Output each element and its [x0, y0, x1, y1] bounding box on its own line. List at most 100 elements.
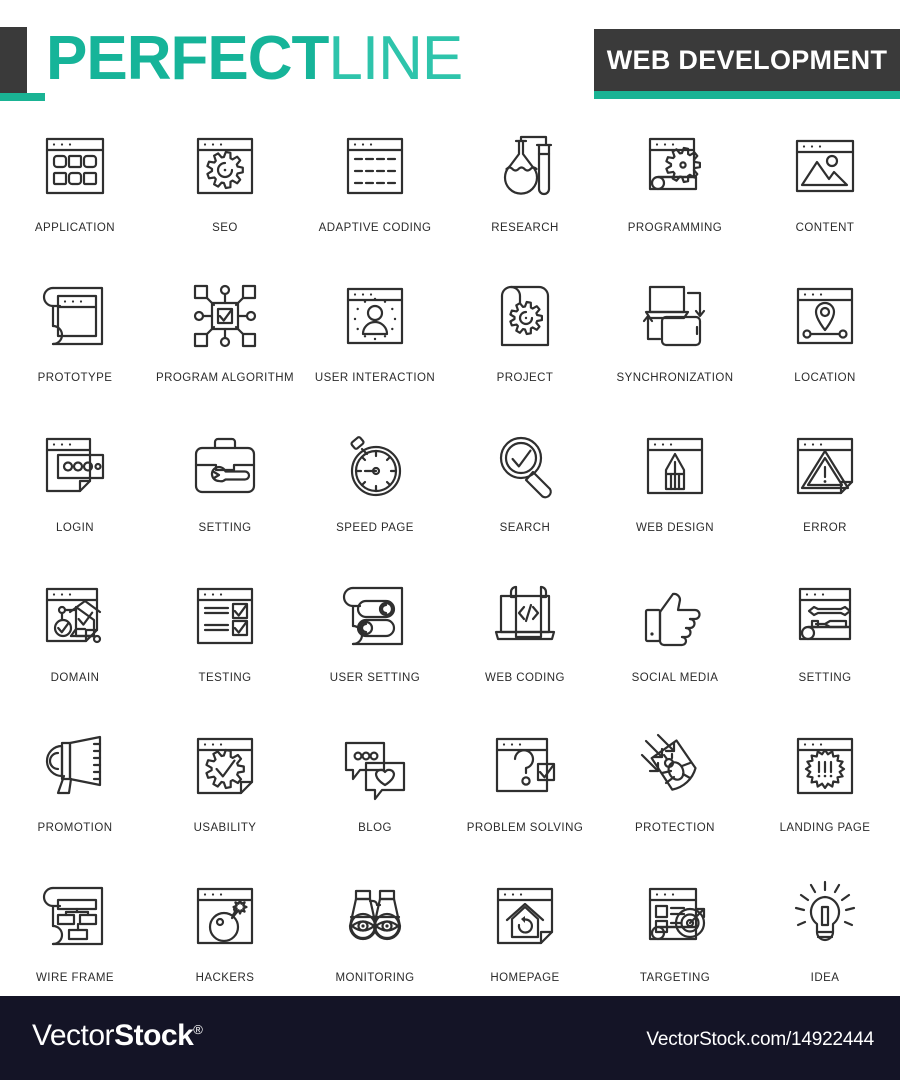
chat-bubbles-heart-icon	[329, 720, 421, 812]
chip-network-check-icon	[179, 270, 271, 362]
vectorstock-logo-bold: Stock	[114, 1019, 194, 1052]
icon-label: WEB DESIGN	[636, 522, 714, 534]
icon-label: PROTECTION	[635, 822, 715, 834]
lightbulb-icon	[779, 870, 871, 962]
icon-label: PROBLEM SOLVING	[466, 822, 584, 834]
icon-cell[interactable]: SYNCHRONIZATION	[600, 266, 750, 416]
icon-label: PROGRAMMING	[627, 222, 723, 234]
icon-label: RESEARCH	[491, 222, 559, 234]
icon-cell[interactable]: WIRE FRAME	[0, 866, 150, 1016]
icon-cell[interactable]: WEB CODING	[450, 566, 600, 716]
icon-cell[interactable]: SOCIAL MEDIA	[600, 566, 750, 716]
icon-label: WIRE FRAME	[36, 972, 114, 984]
icon-label: LANDING PAGE	[779, 822, 871, 834]
icon-cell[interactable]: USER INTERACTION	[300, 266, 450, 416]
category-badge-label: WEB DEVELOPMENT	[606, 44, 888, 75]
icon-cell[interactable]: LOGIN	[0, 416, 150, 566]
icon-label: SEO	[212, 222, 238, 234]
icon-cell[interactable]: USER SETTING	[300, 566, 450, 716]
icon-cell[interactable]: PROTOTYPE	[0, 266, 150, 416]
page-list-target-icon	[629, 870, 721, 962]
browser-gear-icon	[179, 120, 271, 212]
icon-label: PROJECT	[496, 372, 554, 384]
scroll-gear-icon	[479, 270, 571, 362]
header-accent-bar-left	[0, 93, 45, 101]
vectorstock-logo-light: Vector	[32, 1019, 115, 1052]
category-badge: WEB DEVELOPMENT	[594, 29, 900, 91]
shield-bug-arrows-icon	[629, 720, 721, 812]
icon-cell[interactable]: IDEA	[750, 866, 900, 1016]
laptop-code-scroll-icon	[479, 570, 571, 662]
page-password-dots-icon	[29, 420, 121, 512]
icon-cell[interactable]: PROTECTION	[600, 716, 750, 866]
icon-label: APPLICATION	[34, 222, 116, 234]
blueprint-roll-browser-icon	[29, 270, 121, 362]
icon-cell[interactable]: CONTENT	[750, 116, 900, 266]
poster-header: PERFECTLINE WEB DEVELOPMENT	[0, 0, 900, 108]
icon-label: BLOG	[358, 822, 392, 834]
binoculars-eyes-icon	[329, 870, 421, 962]
header-dark-block	[0, 27, 27, 93]
browser-pencil-icon	[629, 420, 721, 512]
browser-question-check-icon	[479, 720, 571, 812]
icon-cell[interactable]: ADAPTIVE CODING	[300, 116, 450, 266]
icon-label: TARGETING	[639, 972, 711, 984]
icon-cell[interactable]: RESEARCH	[450, 116, 600, 266]
stopwatch-icon	[329, 420, 421, 512]
icon-cell[interactable]: WEB DESIGN	[600, 416, 750, 566]
icon-cell[interactable]: SEARCH	[450, 416, 600, 566]
icon-cell[interactable]: BLOG	[300, 716, 450, 866]
blueprint-roll-sitemap-icon	[29, 870, 121, 962]
icon-cell[interactable]: MONITORING	[300, 866, 450, 1016]
icon-cell[interactable]: TESTING	[150, 566, 300, 716]
icon-cell[interactable]: PROGRAM ALGORITHM	[150, 266, 300, 416]
icon-label: SYNCHRONIZATION	[616, 372, 734, 384]
magnifier-check-icon	[479, 420, 571, 512]
icon-cell[interactable]: SEO	[150, 116, 300, 266]
header-accent-bar-right	[594, 91, 900, 99]
icon-label: SETTING	[798, 672, 852, 684]
icon-label: ERROR	[803, 522, 847, 534]
icon-cell[interactable]: SPEED PAGE	[300, 416, 450, 566]
icon-cell[interactable]: HOMEPAGE	[450, 866, 600, 1016]
icon-label: TESTING	[198, 672, 252, 684]
icon-cell[interactable]: LANDING PAGE	[750, 716, 900, 866]
poster-page: PERFECTLINE WEB DEVELOPMENT APPLICATION S…	[0, 0, 900, 1080]
icon-cell[interactable]: TARGETING	[600, 866, 750, 1016]
icon-label: SOCIAL MEDIA	[631, 672, 719, 684]
icon-cell[interactable]: PROMOTION	[0, 716, 150, 866]
icon-cell[interactable]: PROGRAMMING	[600, 116, 750, 266]
icon-cell[interactable]: HACKERS	[150, 866, 300, 1016]
icon-label: IDEA	[810, 972, 840, 984]
icon-cell[interactable]: PROJECT	[450, 266, 600, 416]
icon-cell[interactable]: DOMAIN	[0, 566, 150, 716]
browser-grid-icon	[29, 120, 121, 212]
icon-label: CONTENT	[795, 222, 855, 234]
icon-label: USER SETTING	[329, 672, 421, 684]
browser-house-refresh-icon	[479, 870, 571, 962]
icon-label: USER INTERACTION	[314, 372, 436, 384]
icon-cell[interactable]: ERROR	[750, 416, 900, 566]
icon-cell[interactable]: APPLICATION	[0, 116, 150, 266]
icon-cell[interactable]: SETTING	[150, 416, 300, 566]
vectorstock-logo: VectorStock®	[32, 1019, 203, 1053]
icon-label: ADAPTIVE CODING	[318, 222, 432, 234]
icon-cell[interactable]: LOCATION	[750, 266, 900, 416]
browser-house-check-nodes-icon	[29, 570, 121, 662]
icon-cell[interactable]: PROBLEM SOLVING	[450, 716, 600, 866]
icon-label: PROMOTION	[37, 822, 113, 834]
brand-title-light: LINE	[328, 24, 463, 93]
icon-cell[interactable]: SETTING	[750, 566, 900, 716]
page-gear-icon	[629, 120, 721, 212]
scroll-toggles-icon	[329, 570, 421, 662]
icon-grid: APPLICATION SEO ADAPTIVE CODING RESEARCH PRO…	[0, 116, 900, 1016]
registered-mark-icon: ®	[193, 1022, 203, 1037]
icon-label: DOMAIN	[50, 672, 100, 684]
icon-label: LOCATION	[794, 372, 856, 384]
page-wrench-screwdriver-icon	[779, 570, 871, 662]
icon-label: LOGIN	[55, 522, 95, 534]
brand-title: PERFECTLINE	[46, 24, 463, 93]
icon-cell[interactable]: USABILITY	[150, 716, 300, 866]
megaphone-icon	[29, 720, 121, 812]
icon-label: USABILITY	[193, 822, 257, 834]
